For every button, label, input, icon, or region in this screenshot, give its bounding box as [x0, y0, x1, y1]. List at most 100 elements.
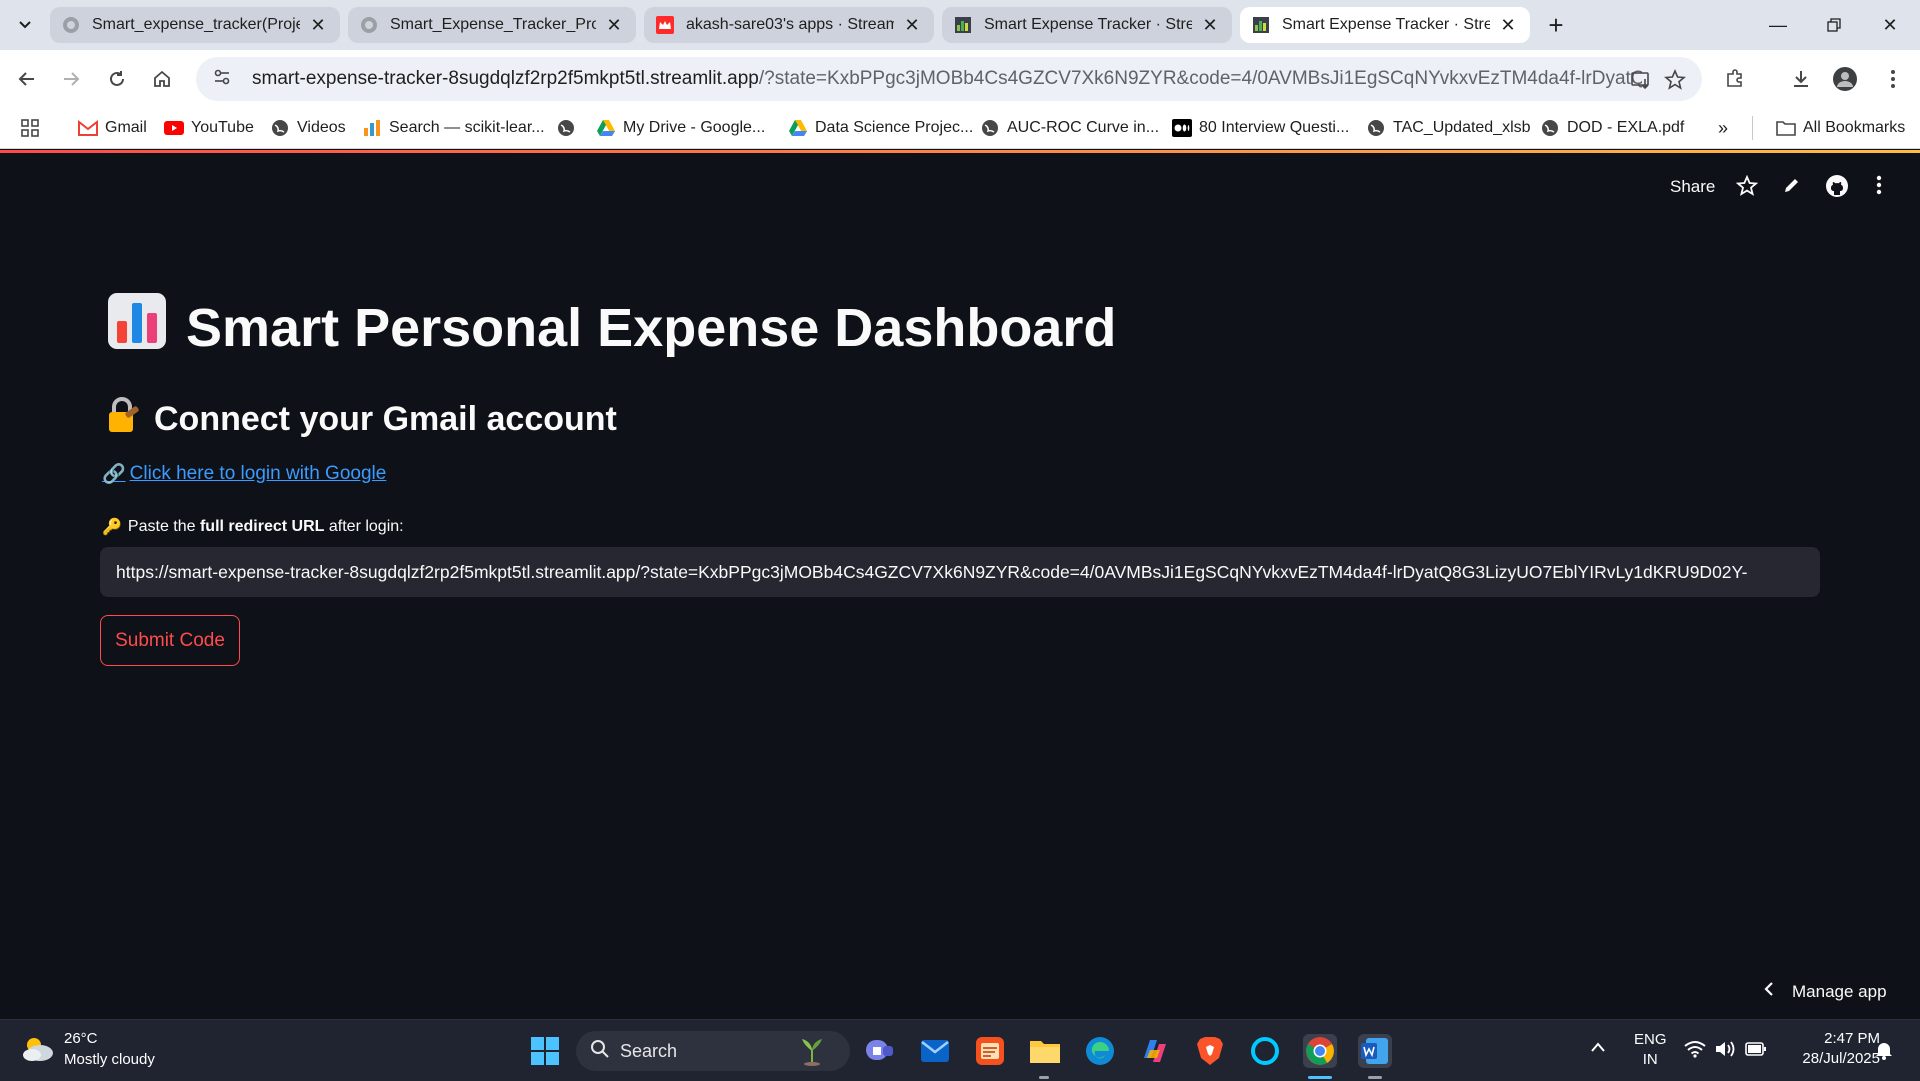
weather-desc[interactable]: Mostly cloudy [64, 1051, 155, 1068]
forward-arrow-icon[interactable] [56, 64, 86, 94]
app-badge-icon[interactable] [973, 1034, 1007, 1068]
redirect-url-input[interactable] [100, 547, 1820, 597]
google-login-link[interactable]: 🔗 Click here to login with Google [102, 462, 386, 486]
volume-icon[interactable] [1714, 1040, 1736, 1062]
extensions-puzzle-icon[interactable] [1720, 64, 1750, 94]
tab-smart-expense-tracker-active[interactable]: Smart Expense Tracker · Streamlit ✕ [1240, 7, 1530, 43]
close-icon[interactable]: ✕ [1200, 15, 1220, 36]
language-line2: IN [1642, 1051, 1658, 1068]
close-icon[interactable]: ✕ [308, 15, 328, 36]
page-title: Smart Personal Expense Dashboard [108, 293, 1116, 362]
downloads-icon[interactable] [1786, 64, 1816, 94]
weather-cloud-icon[interactable] [20, 1033, 56, 1067]
bookmark-scikit-learn[interactable]: Search — scikit-lear... [362, 116, 545, 140]
label-text: after login: [324, 518, 404, 535]
taskbar-search-box[interactable]: Search [576, 1031, 850, 1071]
mail-icon[interactable] [918, 1034, 952, 1068]
close-icon[interactable]: ✕ [902, 15, 922, 36]
back-arrow-icon[interactable] [12, 64, 42, 94]
window-close-icon[interactable]: ✕ [1862, 0, 1918, 50]
language-indicator[interactable]: ENG IN [1634, 1031, 1667, 1068]
globe-icon [62, 16, 80, 34]
bookmark-label: Videos [297, 119, 346, 136]
notifications-bell-icon[interactable] [1874, 1040, 1894, 1064]
edge-browser-icon[interactable] [1083, 1034, 1117, 1068]
chevron-up-icon[interactable] [1590, 1040, 1606, 1057]
bar-chart-icon [108, 293, 166, 362]
bookmark-tac-updated[interactable]: TAC_Updated_xlsb [1366, 116, 1531, 140]
submit-code-button[interactable]: Submit Code [100, 615, 240, 666]
tab-smart-expense-tracker-project[interactable]: Smart_expense_tracker(Project) ✕ [50, 7, 340, 43]
globe-icon [360, 16, 378, 34]
restore-icon[interactable] [1806, 0, 1862, 50]
edit-pencil-icon[interactable] [1782, 175, 1802, 195]
chrome-active-indicator [1308, 1076, 1332, 1079]
install-app-icon[interactable] [1628, 67, 1654, 93]
share-button[interactable]: Share [1670, 177, 1715, 197]
windows-start-icon[interactable] [528, 1034, 562, 1068]
bookmark-my-drive[interactable]: My Drive - Google... [596, 116, 765, 140]
bookmarks-bar: Gmail YouTube Videos Search — scikit-lea… [0, 108, 1920, 149]
close-icon[interactable]: ✕ [1498, 15, 1518, 36]
bookmark-videos[interactable]: Videos [270, 116, 346, 140]
address-bar[interactable]: smart-expense-tracker-8sugdqlzf2rp2f5mkp… [196, 57, 1702, 101]
label-bold-text: full redirect URL [199, 518, 325, 535]
tab-smart-expense-tracker-streamlit[interactable]: Smart Expense Tracker · Streamlit ✕ [942, 7, 1232, 43]
tab-search-chevron-icon[interactable] [10, 10, 40, 40]
word-open-indicator [1368, 1076, 1382, 1079]
address-url[interactable]: smart-expense-tracker-8sugdqlzf2rp2f5mkp… [252, 68, 1642, 90]
globe-icon [270, 118, 290, 138]
chevron-left-icon [1764, 981, 1774, 1002]
bookmark-star-icon[interactable] [1662, 67, 1688, 93]
brave-browser-icon[interactable] [1193, 1034, 1227, 1068]
reload-icon[interactable] [102, 64, 132, 94]
login-link-text: Click here to login with Google [129, 463, 387, 484]
manage-app-button[interactable]: Manage app [1764, 981, 1887, 1002]
copilot-icon[interactable] [1138, 1034, 1172, 1068]
tab-smart-expense-tracker-project-2[interactable]: Smart_Expense_Tracker_Project ✕ [348, 7, 636, 43]
tab-streamlit-apps[interactable]: akash-sare03's apps · Streamlit ✕ [644, 7, 934, 43]
windows-taskbar: 26°C Mostly cloudy Search ENG IN 2:47 PM… [0, 1019, 1920, 1081]
bookmark-youtube[interactable]: YouTube [164, 116, 254, 140]
apps-grid-icon[interactable] [20, 116, 40, 140]
favorite-star-icon[interactable] [1736, 175, 1758, 197]
manage-app-label: Manage app [1792, 981, 1887, 1001]
all-bookmarks[interactable]: All Bookmarks [1776, 116, 1905, 140]
globe-icon [1366, 118, 1386, 138]
home-icon[interactable] [147, 64, 177, 94]
word-app-icon[interactable] [1358, 1034, 1392, 1068]
github-icon[interactable] [1825, 174, 1849, 198]
tab-title: akash-sare03's apps · Streamlit [686, 16, 894, 33]
chrome-browser-icon[interactable] [1303, 1034, 1337, 1068]
profile-avatar[interactable] [1830, 64, 1860, 94]
clock[interactable]: 2:47 PM 28/Jul/2025 [1786, 1030, 1880, 1067]
bookmark-dod-exla[interactable]: DOD - EXLA.pdf [1540, 116, 1684, 140]
app-menu-kebab-icon[interactable] [1876, 175, 1882, 195]
link-icon: 🔗 [102, 464, 126, 485]
bookmark-data-science[interactable]: Data Science Projec... [788, 116, 973, 140]
bookmark-interview-questions[interactable]: 80 Interview Questi... [1172, 116, 1349, 140]
teams-chat-icon[interactable] [863, 1034, 897, 1068]
new-tab-plus-icon[interactable]: + [1540, 10, 1572, 40]
site-settings-icon[interactable] [212, 67, 232, 92]
drive-icon [788, 118, 808, 138]
alexa-ring-icon[interactable] [1248, 1034, 1282, 1068]
chart-icon [362, 118, 382, 138]
file-explorer-folder-icon[interactable] [1028, 1034, 1062, 1068]
weather-temp[interactable]: 26°C [64, 1030, 98, 1047]
title-text: Smart Personal Expense Dashboard [186, 297, 1117, 358]
bookmark-label: DOD - EXLA.pdf [1567, 119, 1685, 136]
more-bookmarks-chevron-icon[interactable]: » [1718, 116, 1728, 140]
bookmark-auc-roc[interactable]: AUC-ROC Curve in... [980, 116, 1159, 140]
minimize-icon[interactable]: — [1750, 0, 1806, 50]
tab-title: Smart Expense Tracker · Streamlit [1282, 16, 1490, 33]
wifi-icon[interactable] [1684, 1040, 1706, 1062]
streamlit-app: Share Smart Personal Expense Dashboard C… [0, 153, 1920, 1019]
bookmark-gmail[interactable]: Gmail [78, 116, 147, 140]
close-icon[interactable]: ✕ [604, 15, 624, 36]
folder-icon [1776, 118, 1796, 138]
browser-menu-kebab-icon[interactable] [1878, 64, 1908, 94]
section-heading-text: Connect your Gmail account [154, 400, 617, 438]
bookmark-globe[interactable] [556, 116, 583, 140]
battery-icon[interactable] [1745, 1041, 1767, 1061]
